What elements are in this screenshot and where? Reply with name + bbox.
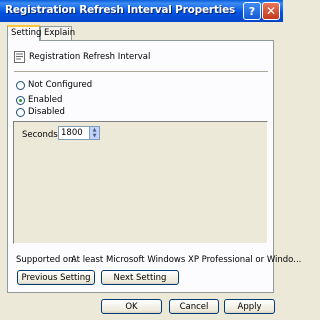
not-configured-radio[interactable] bbox=[16, 81, 25, 90]
close-button[interactable]: ✕ bbox=[262, 2, 280, 20]
seconds-stepper[interactable]: 1800 ▲ ▼ bbox=[58, 126, 100, 140]
seconds-label: Seconds: bbox=[22, 130, 61, 140]
previous-setting-button[interactable]: Previous Setting bbox=[17, 270, 95, 285]
enabled-label[interactable]: Enabled bbox=[28, 95, 62, 105]
next-setting-button[interactable]: Next Setting bbox=[101, 270, 179, 285]
apply-button[interactable]: Apply bbox=[224, 299, 275, 314]
help-button[interactable]: ? bbox=[243, 2, 261, 20]
supported-on-value: At least Microsoft Windows XP Profession… bbox=[71, 255, 302, 265]
not-configured-label[interactable]: Not Configured bbox=[28, 80, 92, 90]
policy-setting-icon bbox=[14, 51, 25, 63]
tab-explain[interactable]: Explain bbox=[40, 26, 75, 40]
seconds-value[interactable]: 1800 bbox=[61, 128, 83, 138]
disabled-radio[interactable] bbox=[16, 108, 25, 117]
ok-button[interactable]: OK bbox=[101, 299, 162, 314]
supported-on-label: Supported on: bbox=[16, 255, 77, 265]
stepper-down-icon[interactable]: ▼ bbox=[90, 133, 99, 139]
policy-name: Registration Refresh Interval bbox=[29, 52, 151, 62]
window-title: Registration Refresh Interval Properties bbox=[5, 4, 236, 16]
disabled-label[interactable]: Disabled bbox=[28, 107, 65, 117]
title-bar[interactable]: Registration Refresh Interval Properties… bbox=[0, 0, 283, 22]
cancel-button[interactable]: Cancel bbox=[169, 299, 219, 314]
enabled-radio[interactable] bbox=[16, 96, 25, 105]
stepper-buttons[interactable]: ▲ ▼ bbox=[89, 127, 99, 139]
separator bbox=[14, 71, 268, 72]
tab-setting[interactable]: Setting bbox=[7, 25, 41, 41]
